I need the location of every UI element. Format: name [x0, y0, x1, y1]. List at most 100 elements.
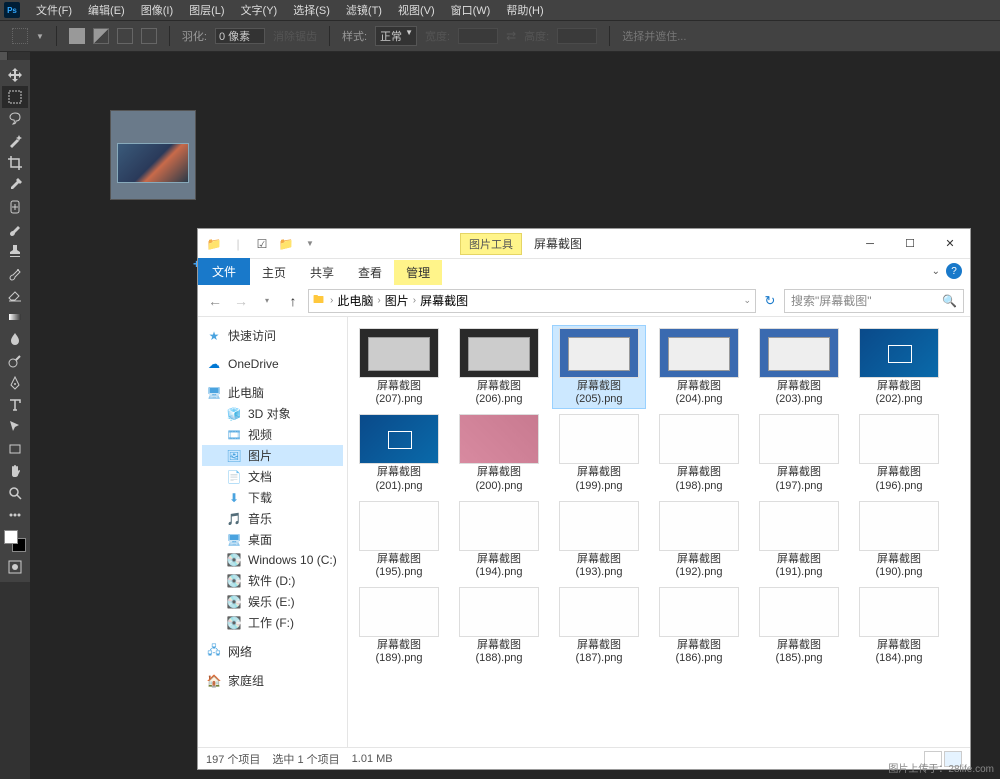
file-item[interactable]: 屏幕截图 (186).png: [652, 584, 746, 668]
nav-up-button[interactable]: ↑: [282, 290, 304, 312]
eraser-tool[interactable]: [2, 284, 28, 306]
menu-item[interactable]: 图像(I): [133, 0, 181, 20]
sidebar-item[interactable]: 🧊3D 对象: [202, 403, 343, 424]
crumb-sep-icon[interactable]: ›: [375, 295, 382, 306]
file-item[interactable]: 屏幕截图 (193).png: [552, 498, 646, 582]
ribbon-collapse-icon[interactable]: ⌄: [932, 266, 940, 277]
move-tool[interactable]: [2, 64, 28, 86]
menu-item[interactable]: 帮助(H): [498, 0, 551, 20]
crumb-sep-icon[interactable]: ›: [411, 295, 418, 306]
search-box[interactable]: 搜索"屏幕截图" 🔍: [784, 289, 964, 313]
qat-chevron-icon[interactable]: ▼: [300, 233, 320, 255]
sidebar-item[interactable]: 💽工作 (F:): [202, 612, 343, 633]
more-tools[interactable]: [2, 504, 28, 526]
file-item[interactable]: 屏幕截图 (198).png: [652, 411, 746, 495]
file-item[interactable]: 屏幕截图 (205).png: [552, 325, 646, 409]
nav-history-icon[interactable]: ▾: [256, 290, 278, 312]
sidebar-onedrive[interactable]: ☁ OneDrive: [202, 354, 343, 374]
menu-item[interactable]: 选择(S): [285, 0, 338, 20]
gradient-tool[interactable]: [2, 306, 28, 328]
history-brush-tool[interactable]: [2, 262, 28, 284]
menu-item[interactable]: 图层(L): [181, 0, 232, 20]
selection-new-icon[interactable]: [69, 28, 85, 44]
sidebar-item[interactable]: 💽娱乐 (E:): [202, 591, 343, 612]
help-icon[interactable]: ?: [946, 263, 962, 279]
blur-tool[interactable]: [2, 328, 28, 350]
menu-item[interactable]: 文件(F): [28, 0, 80, 20]
file-item[interactable]: 屏幕截图 (189).png: [352, 584, 446, 668]
qat-new-folder-icon[interactable]: 📁: [276, 233, 296, 255]
file-item[interactable]: 屏幕截图 (196).png: [852, 411, 946, 495]
file-list[interactable]: 屏幕截图 (207).png屏幕截图 (206).png屏幕截图 (205).p…: [348, 317, 970, 747]
file-explorer-window[interactable]: 📁 | ☑ 📁 ▼ 图片工具 屏幕截图 ─ ☐ ✕ 文件 主页 共享 查看 管理…: [197, 228, 971, 770]
crumb-sep-icon[interactable]: ›: [328, 295, 335, 306]
menu-item[interactable]: 窗口(W): [443, 0, 499, 20]
lasso-tool[interactable]: [2, 108, 28, 130]
sidebar-item[interactable]: 🖥桌面: [202, 529, 343, 550]
rectangle-tool[interactable]: [2, 438, 28, 460]
file-item[interactable]: 屏幕截图 (197).png: [752, 411, 846, 495]
addr-dropdown-icon[interactable]: ⌄: [743, 295, 751, 306]
document-thumb[interactable]: [110, 110, 196, 200]
healing-tool[interactable]: [2, 196, 28, 218]
search-icon[interactable]: 🔍: [942, 294, 957, 308]
file-item[interactable]: 屏幕截图 (203).png: [752, 325, 846, 409]
path-selection-tool[interactable]: [2, 416, 28, 438]
file-item[interactable]: 屏幕截图 (204).png: [652, 325, 746, 409]
file-item[interactable]: 屏幕截图 (200).png: [452, 411, 546, 495]
zoom-tool[interactable]: [2, 482, 28, 504]
hand-tool[interactable]: [2, 460, 28, 482]
magic-wand-tool[interactable]: [2, 130, 28, 152]
breadcrumb-pictures[interactable]: 图片: [383, 292, 411, 309]
sidebar-item[interactable]: 🎞视频: [202, 424, 343, 445]
file-item[interactable]: 屏幕截图 (201).png: [352, 411, 446, 495]
sidebar-item[interactable]: 💽软件 (D:): [202, 570, 343, 591]
file-item[interactable]: 屏幕截图 (190).png: [852, 498, 946, 582]
tab-file[interactable]: 文件: [198, 258, 250, 285]
sidebar-homegroup[interactable]: 🏠 家庭组: [202, 670, 343, 691]
file-item[interactable]: 屏幕截图 (195).png: [352, 498, 446, 582]
file-item[interactable]: 屏幕截图 (206).png: [452, 325, 546, 409]
file-item[interactable]: 屏幕截图 (192).png: [652, 498, 746, 582]
close-button[interactable]: ✕: [930, 230, 970, 258]
style-select[interactable]: 正常 ▼: [375, 26, 417, 46]
breadcrumb-this-pc[interactable]: 此电脑: [335, 292, 375, 309]
tab-manage[interactable]: 管理: [394, 260, 442, 285]
sidebar-item[interactable]: 📄文档: [202, 466, 343, 487]
file-item[interactable]: 屏幕截图 (188).png: [452, 584, 546, 668]
file-item[interactable]: 屏幕截图 (187).png: [552, 584, 646, 668]
sidebar-item[interactable]: 💽Windows 10 (C:): [202, 550, 343, 570]
breadcrumb-screenshots[interactable]: 屏幕截图: [418, 292, 470, 309]
file-item[interactable]: 屏幕截图 (199).png: [552, 411, 646, 495]
eyedropper-tool[interactable]: [2, 174, 28, 196]
stamp-tool[interactable]: [2, 240, 28, 262]
refresh-button[interactable]: ↻: [760, 293, 780, 309]
color-swatches[interactable]: [4, 530, 26, 552]
address-bar[interactable]: 🖿 › 此电脑 › 图片 › 屏幕截图 ⌄: [308, 289, 756, 313]
quick-mask-tool[interactable]: [2, 556, 28, 578]
brush-tool[interactable]: [2, 218, 28, 240]
file-item[interactable]: 屏幕截图 (184).png: [852, 584, 946, 668]
selection-intersect-icon[interactable]: [141, 28, 157, 44]
type-tool[interactable]: [2, 394, 28, 416]
sidebar-item[interactable]: 🎵音乐: [202, 508, 343, 529]
file-item[interactable]: 屏幕截图 (202).png: [852, 325, 946, 409]
file-item[interactable]: 屏幕截图 (185).png: [752, 584, 846, 668]
menu-item[interactable]: 文字(Y): [233, 0, 286, 20]
marquee-tool[interactable]: [2, 86, 28, 108]
tab-share[interactable]: 共享: [298, 260, 346, 285]
sidebar-quick-access[interactable]: ★ 快速访问: [202, 325, 343, 346]
dodge-tool[interactable]: [2, 350, 28, 372]
explorer-titlebar[interactable]: 📁 | ☑ 📁 ▼ 图片工具 屏幕截图 ─ ☐ ✕: [198, 229, 970, 259]
file-item[interactable]: 屏幕截图 (194).png: [452, 498, 546, 582]
menu-item[interactable]: 视图(V): [390, 0, 443, 20]
pen-tool[interactable]: [2, 372, 28, 394]
sidebar-network[interactable]: 🖧 网络: [202, 641, 343, 662]
file-item[interactable]: 屏幕截图 (207).png: [352, 325, 446, 409]
maximize-button[interactable]: ☐: [890, 230, 930, 258]
crop-tool[interactable]: [2, 152, 28, 174]
file-item[interactable]: 屏幕截图 (191).png: [752, 498, 846, 582]
sidebar-item[interactable]: ⬇下载: [202, 487, 343, 508]
minimize-button[interactable]: ─: [850, 230, 890, 258]
chevron-down-icon[interactable]: ▼: [36, 32, 44, 41]
